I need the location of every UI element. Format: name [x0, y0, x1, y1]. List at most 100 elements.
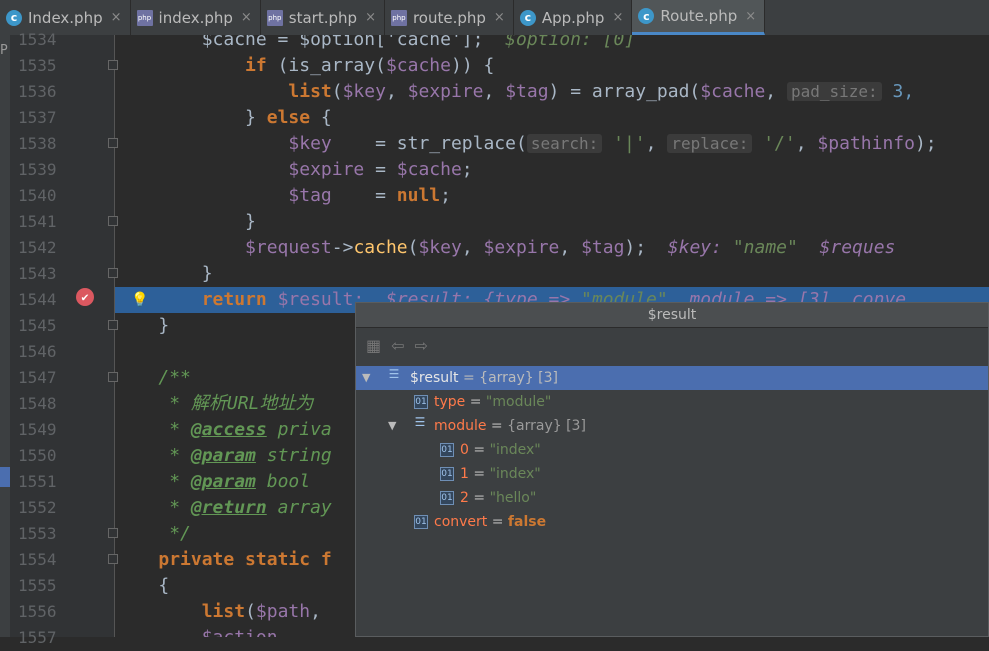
tree-node-convert[interactable]: 01 convert = false: [356, 510, 988, 534]
code-line: }: [115, 209, 989, 235]
line-number: 1534: [18, 30, 57, 49]
node-value: "index": [489, 442, 541, 458]
code-text: {: [158, 575, 170, 596]
variable: $action: [202, 627, 278, 637]
tree-node-module-1[interactable]: 01 1 = "index": [356, 462, 988, 486]
close-icon[interactable]: ×: [612, 10, 623, 25]
close-icon[interactable]: ×: [111, 10, 122, 25]
node-eq: =: [468, 466, 490, 482]
variable: $expire: [483, 237, 560, 258]
method-name: cache: [353, 237, 408, 258]
lightbulb-icon[interactable]: 💡: [131, 287, 148, 313]
project-strip-label[interactable]: P: [0, 43, 10, 58]
keyword: else: [266, 107, 311, 128]
string-literal: '|': [602, 133, 646, 154]
number-literal: 3,: [881, 81, 915, 102]
code-line: $key = str_replace(search: '|', replace:…: [115, 131, 989, 157]
tab-index-php[interactable]: php index.php ×: [131, 0, 261, 35]
keyword: private static f: [158, 549, 332, 570]
code-text: ,: [559, 237, 582, 258]
tree-node-module-0[interactable]: 01 0 = "index": [356, 438, 988, 462]
php-file-icon: php: [266, 9, 283, 26]
node-name: module: [434, 418, 487, 434]
line-number: 1556: [18, 602, 57, 621]
code-text: ,: [461, 237, 484, 258]
comment: *: [158, 445, 191, 466]
close-icon[interactable]: ×: [365, 10, 376, 25]
variable: $tag: [505, 81, 549, 102]
tab-start-php[interactable]: php start.php ×: [261, 0, 385, 35]
line-number: 1544: [18, 290, 57, 309]
code-text: ->: [331, 237, 354, 258]
code-text: )) {: [450, 55, 495, 76]
code-text: =: [331, 185, 397, 206]
code-line: } else {: [115, 105, 989, 131]
variable: $path: [255, 601, 311, 622]
variable: $cache: [700, 81, 766, 102]
line-number: 1547: [18, 368, 57, 387]
class-icon: c: [519, 9, 536, 26]
tab-route-php-class[interactable]: c Route.php ×: [632, 0, 766, 35]
inline-debug-value: "name": [732, 237, 798, 258]
parameter-hint: replace:: [667, 134, 753, 153]
code-line: $tag = null;: [115, 183, 989, 209]
tree-node-module[interactable]: ▼ ☰ module = {array} [3]: [356, 414, 988, 438]
tree-node-type[interactable]: 01 type = "module": [356, 390, 988, 414]
node-eq: =: [468, 490, 490, 506]
variable: $tag: [581, 237, 625, 258]
strip-selection-marker: [0, 467, 10, 487]
inline-debug-value: $key:: [646, 237, 733, 258]
code-line: $cache = $option['cache']; $option: [0]: [115, 35, 989, 53]
value-icon: 01: [414, 395, 428, 409]
keyword: if: [245, 55, 267, 76]
code-line: if (is_array($cache)) {: [115, 53, 989, 79]
close-icon[interactable]: ×: [494, 10, 505, 25]
debug-value-popup[interactable]: $result ▦ ⇦ ⇨ ▼ ☰ $result = {array} [3] …: [355, 302, 989, 637]
doc-tag: @param: [190, 445, 256, 466]
breakpoint-icon[interactable]: ✔: [76, 288, 94, 306]
comment: *: [158, 471, 191, 492]
code-text: (: [331, 81, 343, 102]
line-number: 1542: [18, 238, 57, 257]
class-icon: c: [638, 8, 655, 24]
node-eq: =: [465, 394, 486, 410]
code-text: ,: [765, 81, 787, 102]
forward-icon[interactable]: ⇨: [415, 336, 428, 355]
node-name: convert: [434, 514, 488, 530]
comment: *: [158, 419, 191, 440]
tree-node-module-2[interactable]: 01 2 = "hello": [356, 486, 988, 510]
tab-route-php[interactable]: php route.php ×: [385, 0, 514, 35]
variable: $request: [245, 237, 332, 258]
tab-label: start.php: [288, 8, 358, 27]
value-icon: 01: [440, 491, 454, 505]
pin-icon[interactable]: ▦: [366, 336, 381, 355]
variable: $expire: [407, 81, 484, 102]
keyword: return: [201, 289, 267, 310]
line-number: 1554: [18, 550, 57, 569]
tree-node-result[interactable]: ▼ ☰ $result = {array} [3]: [356, 366, 988, 390]
code-text: (: [407, 237, 419, 258]
tab-label: route.php: [412, 8, 486, 27]
keyword: list: [201, 601, 246, 622]
value-icon: 01: [440, 467, 454, 481]
tab-label: Route.php: [660, 7, 738, 25]
variable: $pathinfo: [817, 133, 915, 154]
comment: *: [158, 497, 191, 518]
php-file-icon: php: [136, 9, 153, 26]
close-icon[interactable]: ×: [745, 9, 756, 24]
code-line: $expire = $cache;: [115, 157, 989, 183]
tab-label: index.php: [158, 8, 233, 27]
expand-arrow-icon[interactable]: ▼: [362, 366, 370, 390]
popup-title: $result: [356, 303, 988, 328]
tab-app-php[interactable]: c App.php ×: [514, 0, 633, 35]
expand-arrow-icon[interactable]: ▼: [388, 414, 396, 438]
node-name: 2: [460, 490, 469, 506]
code-text: ,: [385, 81, 408, 102]
close-icon[interactable]: ×: [241, 10, 252, 25]
node-name: $result: [410, 370, 459, 386]
tab-label: App.php: [541, 8, 605, 27]
back-icon[interactable]: ⇦: [391, 336, 404, 355]
code-line: $request->cache($key, $expire, $tag); $k…: [115, 235, 989, 261]
variable: $cache: [385, 55, 451, 76]
variable: $key: [342, 81, 386, 102]
